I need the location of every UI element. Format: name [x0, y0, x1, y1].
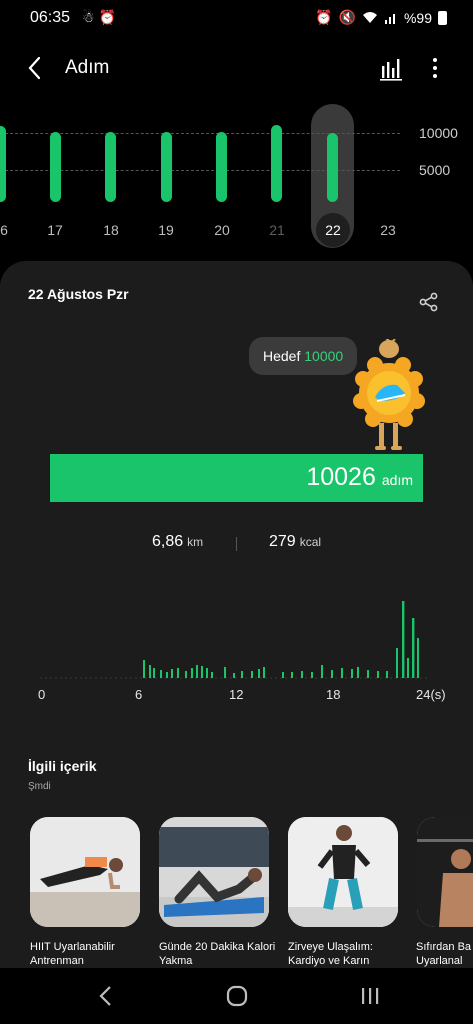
distance-stat: 6,86 km — [152, 533, 203, 551]
app-bar: Adım — [0, 40, 473, 96]
status-right-icons: ⏰ 🔇 %99 — [315, 9, 447, 26]
back-icon[interactable] — [92, 982, 120, 1010]
share-icon[interactable] — [418, 291, 440, 313]
calories-stat: 279 kcal — [269, 533, 321, 551]
status-bar: 06:35 ☃⏰ ⏰ 🔇 %99 — [0, 0, 473, 36]
calories-value: 279 — [269, 533, 296, 550]
goal-bubble: Hedef 10000 — [249, 337, 358, 375]
hourly-tick: 18 — [326, 687, 341, 702]
calories-unit: kcal — [299, 535, 322, 549]
related-item-thumbnail[interactable] — [159, 817, 269, 927]
related-content-title: İlgili içerik — [28, 758, 97, 774]
battery-icon — [438, 10, 447, 25]
goal-achieved-mascot-icon — [353, 339, 425, 450]
hourly-tick: 12 — [229, 687, 244, 702]
day-bar[interactable] — [50, 132, 61, 202]
day-label[interactable]: 23 — [373, 222, 403, 238]
related-item-caption[interactable]: Sıfırdan Ba Uyarlanal — [416, 940, 473, 968]
day-label[interactable]: 19 — [151, 222, 181, 238]
related-item-thumbnail[interactable] — [288, 817, 398, 927]
day-label-selected[interactable]: 22 — [318, 222, 348, 238]
plank-workout-image — [30, 817, 140, 927]
mute-icon: 🔇 — [338, 9, 356, 25]
related-item-caption[interactable]: Zirveye Ulaşalım: Kardiyo ve Karın — [288, 940, 408, 968]
day-bar-selected[interactable] — [327, 133, 338, 202]
related-content-subtitle: Şmdi — [28, 781, 51, 792]
signal-icon — [384, 14, 395, 24]
system-nav-bar — [0, 968, 473, 1024]
goal-value: 10000 — [304, 348, 344, 364]
status-left-icons: ☃⏰ — [82, 9, 120, 26]
day-label[interactable]: 6 — [0, 222, 19, 238]
alarm-icon: ⏰ — [98, 9, 120, 25]
more-vertical-icon[interactable] — [424, 54, 446, 82]
hourly-tick: 6 — [135, 687, 143, 702]
related-item-thumbnail[interactable] — [417, 817, 473, 927]
day-bar[interactable] — [216, 132, 227, 202]
notification-icon: ☃ — [82, 9, 99, 25]
strength-workout-image — [417, 817, 473, 927]
day-bar[interactable] — [271, 125, 282, 202]
steps-count: 10026 adım — [306, 463, 413, 492]
chevron-left-icon[interactable] — [22, 54, 50, 82]
day-stats: 6,86 km 279 kcal — [0, 533, 473, 557]
related-item-thumbnail[interactable] — [30, 817, 140, 927]
distance-unit: km — [187, 535, 204, 549]
axis-label-5000: 5000 — [419, 162, 451, 178]
hourly-steps-chart: 0 6 12 18 24(s) — [0, 581, 473, 711]
crunch-workout-image — [159, 817, 269, 927]
day-bar[interactable] — [161, 132, 172, 202]
steps-progress-bar: 10026 adım — [50, 454, 423, 502]
page-title: Adım — [65, 57, 110, 78]
wifi-icon — [362, 12, 377, 23]
related-item-caption[interactable]: Günde 20 Dakika Kalori Yakma — [159, 940, 279, 968]
battery-percent: %99 — [403, 9, 432, 26]
day-label[interactable]: 20 — [207, 222, 237, 238]
running-workout-image — [288, 817, 398, 927]
day-bar[interactable] — [105, 132, 116, 202]
stat-divider — [236, 537, 237, 551]
axis-label-10000: 10000 — [419, 125, 458, 141]
home-icon[interactable] — [223, 982, 251, 1010]
day-bar[interactable] — [0, 126, 6, 202]
hourly-bars — [40, 601, 428, 679]
day-label[interactable]: 21 — [262, 222, 292, 238]
hourly-tick: 0 — [38, 687, 46, 702]
daily-history-chart[interactable]: 10000 5000 6 17 18 19 20 21 22 23 — [0, 100, 473, 250]
steps-value: 10026 — [306, 463, 376, 491]
bar-chart-icon[interactable] — [378, 54, 406, 82]
steps-unit: adım — [381, 472, 413, 488]
selected-date: 22 Ağustos Pzr — [28, 286, 129, 302]
day-label[interactable]: 17 — [40, 222, 70, 238]
recents-icon[interactable] — [356, 982, 384, 1010]
alarm-icon: ⏰ — [315, 9, 333, 25]
related-item-caption[interactable]: HIIT Uyarlanabilir Antrenman — [30, 940, 150, 968]
distance-value: 6,86 — [152, 533, 184, 550]
hourly-tick: 24(s) — [416, 687, 446, 702]
goal-label: Hedef — [263, 348, 301, 364]
day-label[interactable]: 18 — [96, 222, 126, 238]
status-time: 06:35 — [30, 9, 71, 26]
day-detail-card: 22 Ağustos Pzr Hedef 10000 10026 adım 6,… — [0, 261, 473, 1024]
